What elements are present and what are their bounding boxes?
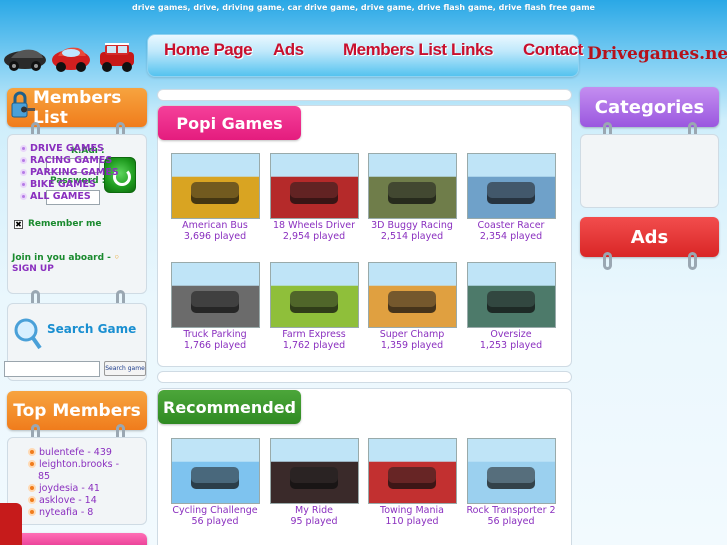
game-thumbnail[interactable] [170,153,260,219]
category-racing-games[interactable]: RACING GAMES [20,156,112,166]
game-tile[interactable]: Super Champ 1,359 played [364,262,460,351]
search-button[interactable]: Search game [104,361,146,376]
top-member-item[interactable]: asklove - 14 [28,496,97,506]
game-tile[interactable]: Oversize 1,253 played [463,262,559,351]
remember-label: Remember me [28,219,102,229]
game-thumbnail[interactable] [466,438,556,504]
game-name[interactable]: Super Champ [364,329,460,340]
remember-checkbox[interactable]: ✖ [14,220,23,229]
game-thumbnail[interactable] [269,438,359,504]
game-tile[interactable]: Coaster Racer 2,354 played [463,153,559,242]
game-play-count: 1,253 played [479,340,543,351]
game-play-count: 56 played [191,516,239,527]
nav-contact[interactable]: Contact [523,40,583,60]
game-tile[interactable]: American Bus 3,696 played [167,153,263,242]
game-name[interactable]: Farm Express [266,329,362,340]
center-mid-bar [157,371,572,383]
game-name[interactable]: 3D Buggy Racing [364,220,460,231]
ads-header: Ads [580,217,719,257]
game-thumbnail[interactable] [170,262,260,328]
header-keywords: drive games, drive, driving game, car dr… [132,3,595,12]
game-name[interactable]: Oversize [463,329,559,340]
game-name[interactable]: Cycling Challenge [167,505,263,516]
game-thumbnail[interactable] [170,438,260,504]
game-name[interactable]: American Bus [167,220,263,231]
game-tile[interactable]: My Ride 95 played [266,438,362,527]
join-text: Join in you aboard - ◦ SIGN UP [12,253,120,274]
recommended-header: Recommended [158,390,301,424]
pink-section-header [12,533,147,545]
game-tile[interactable]: Truck Parking 1,766 played [167,262,263,351]
search-input[interactable] [4,361,100,377]
game-name[interactable]: 18 Wheels Driver [266,220,362,231]
red-mini-car-logo [100,43,134,72]
game-tile[interactable]: Cycling Challenge 56 played [167,438,263,527]
top-member-item[interactable]: leighton.brooks - [28,460,119,470]
game-name[interactable]: Truck Parking [167,329,263,340]
categories-header: Categories [580,87,719,127]
game-play-count: 2,354 played [479,231,543,242]
top-member-item-continued: 85 [38,471,51,482]
game-tile[interactable]: 18 Wheels Driver 2,954 played [266,153,362,242]
nav-members-list[interactable]: Members List [343,40,447,60]
category-drive-games[interactable]: DRIVE GAMES [20,144,104,154]
main-nav: Home Page Ads Members List Links Contact [147,34,583,77]
top-member-item[interactable]: nyteafia - 8 [28,508,93,518]
game-tile[interactable]: Towing Mania 110 played [364,438,460,527]
signup-link[interactable]: SIGN UP [12,264,54,274]
category-bike-games[interactable]: BIKE GAMES [20,180,96,190]
members-list-title: Members List [33,87,122,128]
red-cartoon-car-logo [52,47,90,72]
game-play-count: 3,696 played [183,231,247,242]
center-top-bar [157,89,572,101]
game-thumbnail[interactable] [367,153,457,219]
popi-games-header: Popi Games [158,106,301,140]
black-car-logo [4,49,46,71]
top-member-item[interactable]: joydesia - 41 [28,484,100,494]
game-tile[interactable]: Rock Transporter 2 56 played [463,438,559,527]
lock-key-icon [11,91,35,118]
game-thumbnail[interactable] [367,262,457,328]
game-name[interactable]: My Ride [266,505,362,516]
game-play-count: 95 played [290,516,338,527]
game-tile[interactable]: Farm Express 1,762 played [266,262,362,351]
categories-panel [580,134,719,208]
game-play-count: 110 played [385,516,439,527]
magnifier-icon [14,318,42,350]
nav-links[interactable]: Links [451,40,493,60]
game-name[interactable]: Rock Transporter 2 [463,505,559,516]
game-play-count: 1,359 played [380,340,444,351]
game-thumbnail[interactable] [466,153,556,219]
game-tile[interactable]: 3D Buggy Racing 2,514 played [364,153,460,242]
category-parking-games[interactable]: PARKING GAMES [20,168,119,178]
nav-ads[interactable]: Ads [273,40,304,60]
game-thumbnail[interactable] [367,438,457,504]
game-thumbnail[interactable] [466,262,556,328]
top-members-header: Top Members [7,391,147,430]
nav-home-page[interactable]: Home Page [164,40,253,60]
side-red-tab[interactable] [0,503,22,545]
game-thumbnail[interactable] [269,262,359,328]
game-play-count: 1,762 played [282,340,346,351]
game-play-count: 56 played [487,516,535,527]
game-name[interactable]: Towing Mania [364,505,460,516]
game-name[interactable]: Coaster Racer [463,220,559,231]
top-member-item[interactable]: bulentefe - 439 [28,448,112,458]
members-list-header: Members List [7,87,147,128]
category-all-games[interactable]: ALL GAMES [20,192,91,202]
site-name[interactable]: Drivegames.net [587,44,727,64]
search-title: Search Game [47,322,137,336]
game-thumbnail[interactable] [269,153,359,219]
game-play-count: 2,514 played [380,231,444,242]
game-play-count: 1,766 played [183,340,247,351]
join-label: Join in you aboard - [12,253,111,263]
game-play-count: 2,954 played [282,231,346,242]
